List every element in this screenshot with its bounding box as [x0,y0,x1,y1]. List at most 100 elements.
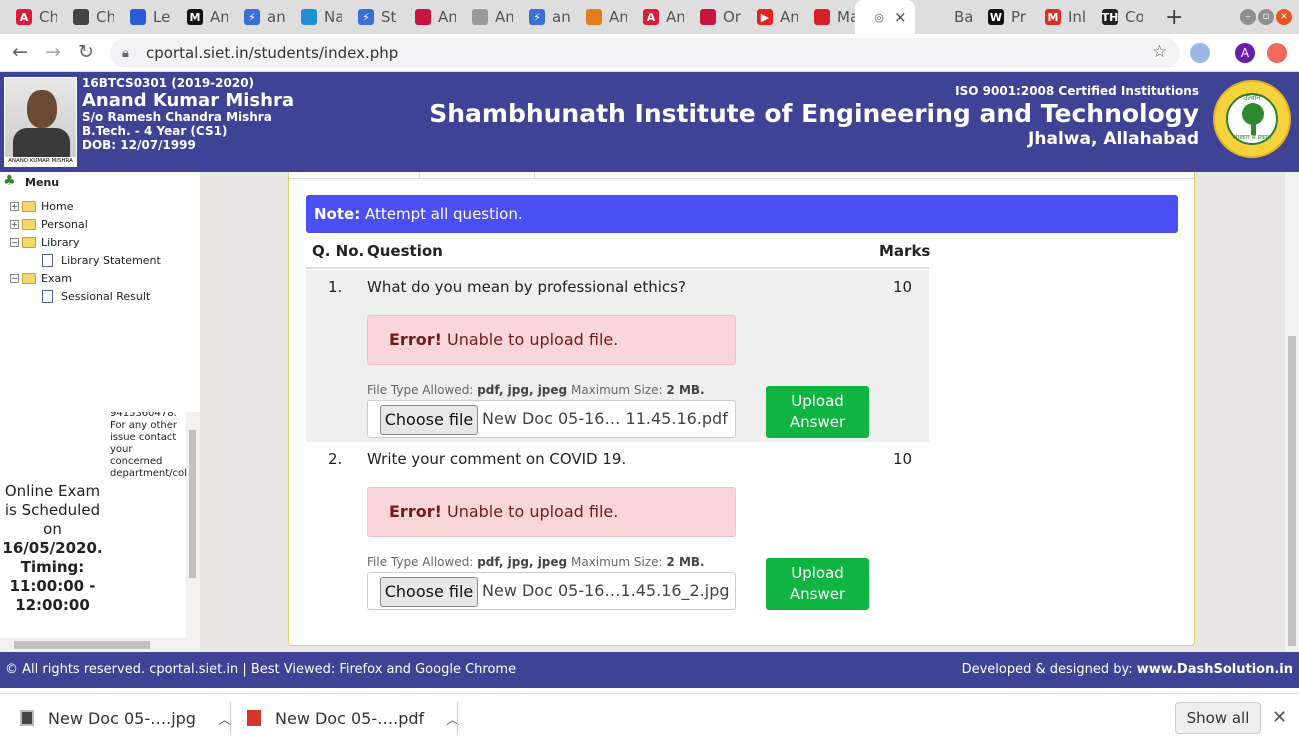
browser-tab[interactable]: ⚡ St [342,0,399,34]
browser-tab[interactable]: ⚡ an [228,0,285,34]
page-body: ♣ Menu + Home + Personal − Library Library … [0,172,1299,652]
browser-tab[interactable]: Ch [57,0,114,34]
footer-credit: Developed & designed by: www.DashSolutio… [961,662,1293,677]
sidebar-item-library[interactable]: − Library [10,236,79,249]
download-item-jpg[interactable]: New Doc 05-….jpg ︿ [20,694,231,742]
minimize-window-button[interactable]: – [1240,9,1256,25]
browser-tab[interactable]: W Pr [972,0,1029,34]
table-header: Q. No. Question Marks [306,233,930,269]
extension-icon[interactable] [1190,43,1210,63]
tab-favicon-icon [73,9,89,25]
close-window-button[interactable]: × [1276,9,1292,25]
institute-name: Shambhunath Institute of Engineering and… [429,99,1199,128]
tab-title: An [609,8,627,26]
browser-tab[interactable]: M An [171,0,228,34]
tab-close-icon[interactable]: × [894,8,907,26]
upload-answer-button[interactable]: Upload Answer [766,558,869,610]
new-tab-button[interactable]: + [1165,5,1183,30]
browser-tab[interactable]: Le [114,0,171,34]
tab-title: an [552,8,570,26]
tab-favicon-icon [700,9,716,25]
question-text: What do you mean by professional ethics? [367,278,686,296]
menu-title: Menu [25,176,60,189]
folder-icon [22,219,36,230]
browser-tab[interactable]: Ba [915,0,972,34]
update-icon[interactable] [1267,43,1287,63]
browser-tab[interactable]: A An [627,0,684,34]
tab-favicon-icon: ⚡ [244,9,260,25]
institute-logo: उत्थान अंधकार से प्रकाश [1213,80,1291,158]
tab-favicon-icon [472,9,488,25]
file-input[interactable]: Choose file New Doc 05-16… 11.45.16.pdf [367,400,736,438]
question-marks: 10 [893,278,913,296]
tab-favicon-icon: A [16,9,32,25]
tab-title: An [438,8,456,26]
sidebar-item-exam[interactable]: − Exam [10,272,72,285]
page-icon [42,290,53,303]
back-arrow-icon[interactable]: ← [12,41,28,63]
forward-arrow-icon[interactable]: → [45,41,61,63]
bookmark-star-icon[interactable]: ☆ [1152,42,1167,62]
reload-icon[interactable]: ↻ [78,41,94,63]
browser-tab[interactable]: M Inl [1029,0,1086,34]
browser-tab[interactable]: Or [684,0,741,34]
browser-tab[interactable]: TH Co [1086,0,1143,34]
page-scrollbar[interactable] [1285,172,1299,652]
browser-tab[interactable]: An [570,0,627,34]
tab-title: Na [324,8,342,26]
browser-tab-strip: A Ch Ch Le M An ⚡ an Na ⚡ St An An ⚡ an An A An Or ▶ An Ma ◎ × B… [0,0,1299,34]
selected-file-name: New Doc 05-16… 11.45.16.pdf [482,409,728,428]
tab-title: Pr [1011,8,1026,26]
tab-title: An [495,8,513,26]
collapse-icon[interactable]: − [10,238,19,247]
address-bar[interactable]: 🔒︎ cportal.siet.in/students/index.php [110,38,1180,68]
sidebar-item-home[interactable]: + Home [10,200,73,213]
portal-header: ANAND KUMAR MISHRA 16BTCS0301 (2019-2020… [0,72,1299,172]
browser-tab[interactable]: An [456,0,513,34]
tab-favicon-icon [130,9,146,25]
file-input[interactable]: Choose file New Doc 05-16…1.45.16_2.jpg [367,572,736,610]
folder-icon [22,201,36,212]
portal-footer: © All rights reserved. cportal.siet.in |… [0,652,1299,688]
expand-icon[interactable]: + [10,220,19,229]
browser-tab[interactable]: An [399,0,456,34]
upload-error-alert: Error! Unable to upload file. [367,487,736,537]
browser-tab[interactable]: Na [285,0,342,34]
upload-error-alert: Error! Unable to upload file. [367,315,736,365]
collapse-icon[interactable]: − [10,274,19,283]
choose-file-button[interactable]: Choose file [380,577,478,607]
tab-title: Ch [96,8,114,26]
choose-file-button[interactable]: Choose file [380,405,478,435]
browser-tab[interactable]: ⚡ an [513,0,570,34]
browser-tab[interactable]: ◎ × [855,0,915,34]
expand-icon[interactable]: + [10,202,19,211]
notice-vertical-scrollbar[interactable] [186,412,200,638]
footer-copyright: © All rights reserved. cportal.siet.in |… [5,662,517,677]
show-all-downloads-button[interactable]: Show all [1175,702,1261,734]
sidebar-item-library-statement[interactable]: Library Statement [42,254,161,267]
download-item-pdf[interactable]: New Doc 05-….pdf ︿ [247,694,459,742]
tab-favicon-icon: ▶ [757,9,773,25]
sidebar-item-personal[interactable]: + Personal [10,218,88,231]
institute-location: Jhalwa, Allahabad [1028,129,1199,149]
sidebar-item-sessional-result[interactable]: Sessional Result [42,290,150,303]
close-icon[interactable]: ✕ [1272,707,1287,728]
notice-horizontal-scrollbar[interactable] [0,638,200,652]
profile-avatar[interactable]: A [1235,43,1255,63]
student-photo: ANAND KUMAR MISHRA [4,77,77,167]
developer-link[interactable]: www.DashSolution.in [1137,662,1293,677]
maximize-window-button[interactable]: ▫ [1258,9,1274,25]
open-folder-icon [22,237,36,248]
browser-tab[interactable]: ▶ An [741,0,798,34]
tab-title: Ch [39,8,57,26]
tree-icon: ♣ [3,173,16,189]
tab-favicon-icon [415,9,431,25]
upload-answer-button[interactable]: Upload Answer [766,386,869,438]
selected-file-name: New Doc 05-16…1.45.16_2.jpg [482,581,730,600]
browser-tab[interactable]: A Ch [0,0,57,34]
tab-title: An [666,8,684,26]
tab-title: An [210,8,228,26]
browser-tab[interactable]: Ma [798,0,855,34]
tab-title: an [267,8,285,26]
tab-favicon-icon: W [988,9,1004,25]
